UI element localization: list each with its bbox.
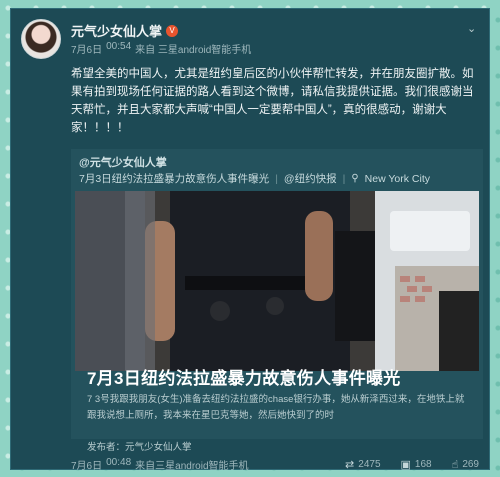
tag-separator: | — [275, 172, 278, 185]
article-photo[interactable] — [75, 191, 479, 371]
post-header: 元气少女仙人掌 V 7月6日 00:54 来自 三星android智能手机 ⌄ — [21, 19, 479, 63]
tag-article-title[interactable]: 7月3日纽约法拉盛暴力故意伤人事件曝光 — [79, 171, 269, 186]
weibo-card: 元气少女仙人掌 V 7月6日 00:54 来自 三星android智能手机 ⌄ … — [10, 8, 490, 472]
repost-tags: 7月3日纽约法拉盛暴力故意伤人事件曝光 | @纽约快报 | ⚲ New York… — [79, 171, 430, 186]
footer-date[interactable]: 7月6日 — [71, 457, 102, 472]
post-footer: 7月6日 00:48 来自三星android智能手机 ⇄ 2475 ▣ 168 … — [71, 457, 479, 472]
name-row: 元气少女仙人掌 V — [71, 21, 179, 40]
footer-time[interactable]: 00:48 — [106, 457, 131, 472]
location-pin-icon: ⚲ — [351, 173, 359, 184]
vip-badge-icon: V — [166, 24, 179, 37]
post-time[interactable]: 00:54 — [106, 41, 131, 56]
repost-icon: ⇄ — [345, 458, 355, 471]
thumbs-up-icon: ☝ — [451, 458, 459, 471]
police-scene-illustration — [75, 191, 479, 371]
repost-count: 2475 — [358, 458, 381, 470]
article-publisher: 发布者：元气少女仙人掌 — [87, 442, 192, 453]
repost-button[interactable]: ⇄ 2475 — [345, 458, 380, 471]
footer-source: 来自三星android智能手机 — [135, 460, 249, 472]
comment-count: 168 — [414, 458, 432, 470]
username[interactable]: 元气少女仙人掌 — [71, 21, 162, 40]
comment-button[interactable]: ▣ 168 — [401, 458, 432, 471]
post-meta: 7月6日 00:54 来自 三星android智能手机 — [71, 41, 251, 56]
tag-separator: | — [342, 172, 346, 185]
footer-meta: 7月6日 00:48 来自三星android智能手机 — [71, 457, 325, 472]
chevron-down-icon[interactable]: ⌄ — [467, 24, 479, 35]
avatar[interactable] — [21, 19, 61, 59]
post-date[interactable]: 7月6日 — [71, 41, 102, 56]
like-button[interactable]: ☝ 269 — [452, 458, 479, 471]
post-text: 希望全美的中国人，尤其是纽约皇后区的小伙伴帮忙转发，并在朋友圈扩散。如果有拍到现… — [71, 68, 474, 134]
comment-icon: ▣ — [400, 458, 411, 471]
tag-location[interactable]: New York City — [365, 173, 430, 185]
article-title[interactable]: 7月3日纽约法拉盛暴力故意伤人事件曝光 — [87, 364, 401, 389]
repost-card[interactable]: @元气少女仙人掌 7月3日纽约法拉盛暴力故意伤人事件曝光 | @纽约快报 | ⚲… — [71, 149, 483, 453]
post-source: 来自 三星android智能手机 — [135, 45, 252, 56]
repost-author[interactable]: @元气少女仙人掌 — [79, 154, 167, 170]
article-excerpt: 7 3号我跟我朋友(女生)准备去纽约法拉盛的chase银行办事，她从新泽西过来，… — [87, 394, 465, 421]
like-count: 269 — [462, 458, 479, 470]
tag-topic[interactable]: @纽约快报 — [284, 171, 337, 186]
